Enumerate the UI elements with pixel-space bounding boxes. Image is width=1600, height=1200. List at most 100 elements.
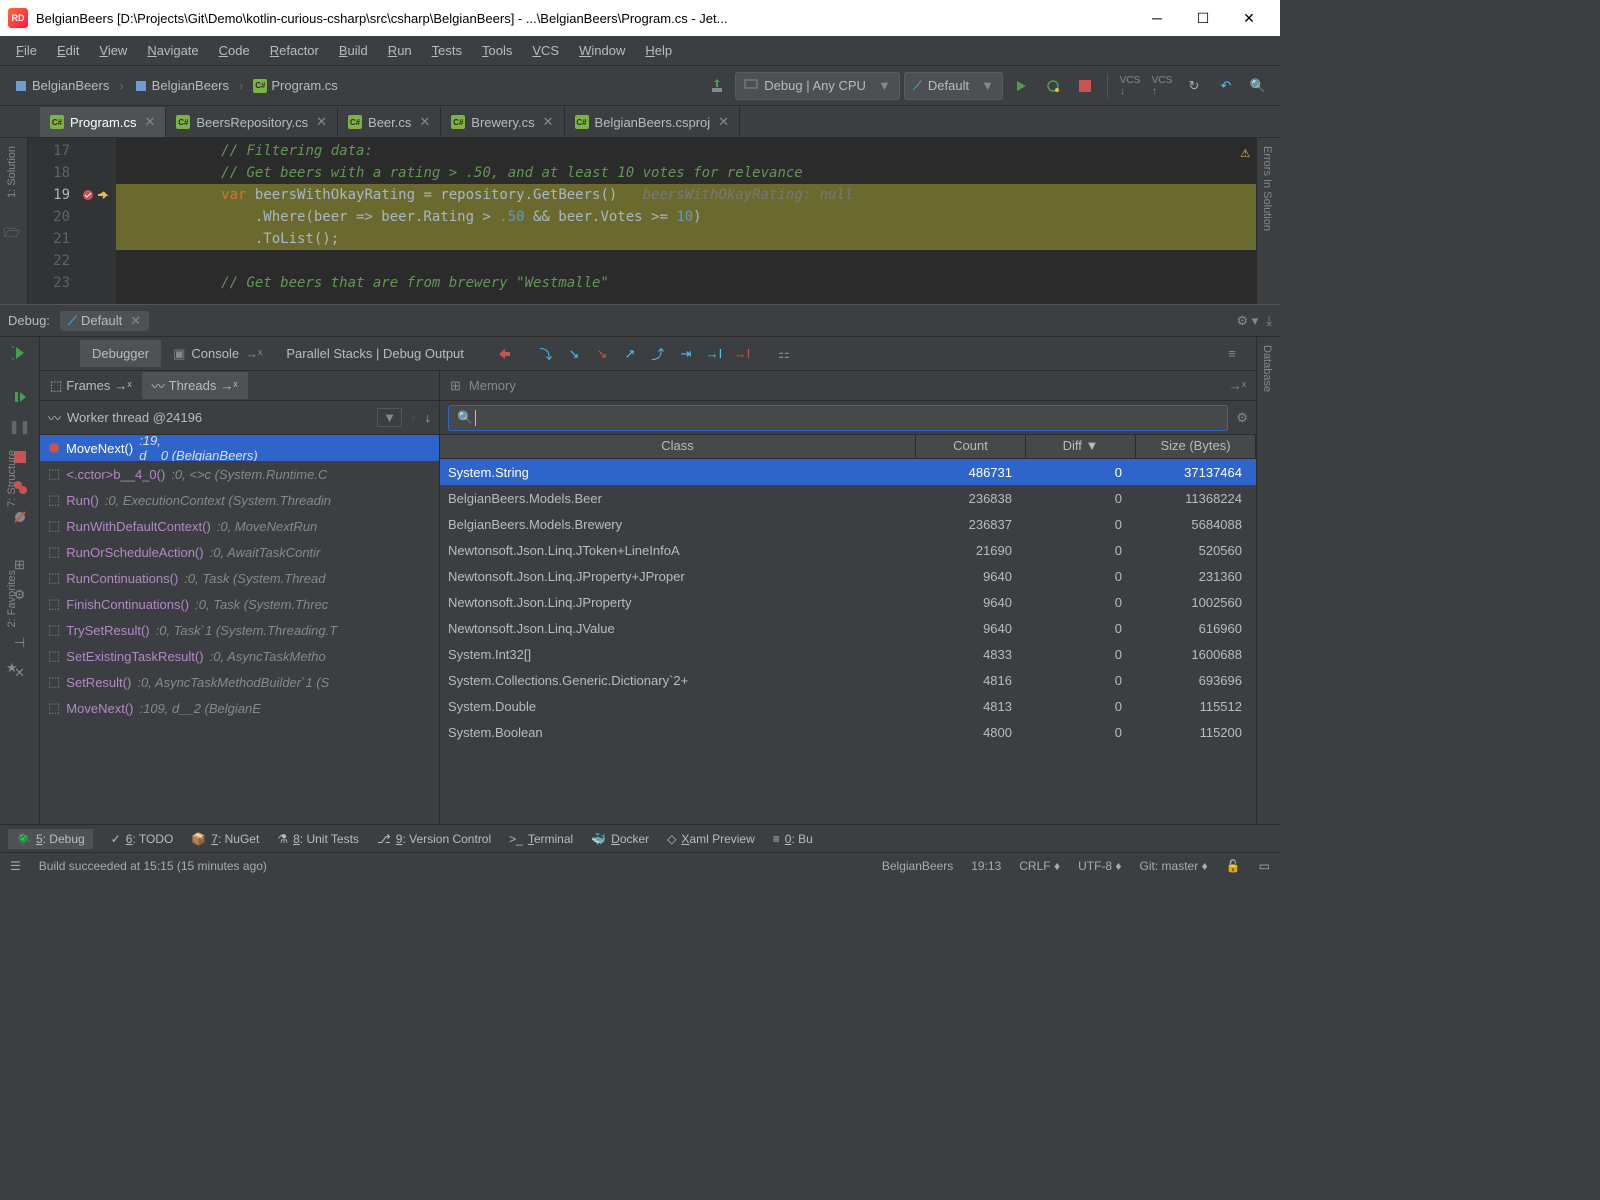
memory-pin-icon[interactable]: →ˣ: [1229, 378, 1246, 393]
stack-frame[interactable]: ⬚ RunWithDefaultContext():0, MoveNextRun: [40, 513, 439, 539]
warning-icon[interactable]: ⚠: [1240, 142, 1250, 161]
download-icon[interactable]: ⤓: [1266, 313, 1272, 329]
menu-tools[interactable]: Tools: [474, 41, 520, 60]
stack-frame[interactable]: ⬚ Run():0, ExecutionContext (System.Thre…: [40, 487, 439, 513]
menu-tests[interactable]: Tests: [424, 41, 470, 60]
threads-tab[interactable]: 〰 Threads →ˣ: [142, 372, 248, 399]
database-tool-button[interactable]: Database: [1261, 345, 1273, 392]
menu-edit[interactable]: Edit: [49, 41, 87, 60]
stack-frame[interactable]: MoveNext():19, d__0 (BelgianBeers): [40, 435, 439, 461]
favorites-tool-button[interactable]: 2: Favorites: [6, 570, 18, 627]
close-icon[interactable]: ✕: [419, 114, 430, 130]
menu-run[interactable]: Run: [380, 41, 420, 60]
memory-row[interactable]: System.Int32[]483301600688: [440, 641, 1256, 667]
tab-belgianbeers-csproj[interactable]: C#BelgianBeers.csproj✕: [565, 107, 741, 137]
console-tab[interactable]: ▣Console→ˣ: [161, 340, 274, 368]
tool-bu[interactable]: ≡0: Bu: [773, 832, 813, 846]
smart-step-icon[interactable]: ⤴: [644, 340, 672, 368]
debug-config[interactable]: ⟋Default✕: [60, 311, 149, 331]
thread-selector[interactable]: 〰 Worker thread @24196: [48, 408, 369, 427]
debugger-tab[interactable]: Debugger: [80, 340, 161, 367]
menu-view[interactable]: View: [91, 41, 135, 60]
menu-icon[interactable]: ≡: [1218, 340, 1246, 368]
solution-icon[interactable]: 🗁: [4, 224, 20, 246]
menu-refactor[interactable]: Refactor: [262, 41, 327, 60]
star-icon[interactable]: ★: [6, 660, 18, 676]
history-icon[interactable]: ↻: [1180, 72, 1208, 100]
stack-frame[interactable]: ⬚ <.cctor>b__4_0():0, <>c (System.Runtim…: [40, 461, 439, 487]
status-notif-icon[interactable]: ▭: [1259, 859, 1270, 873]
memory-row[interactable]: System.String486731037137464: [440, 459, 1256, 485]
tool-nuget[interactable]: 📦7: NuGet: [191, 832, 259, 846]
parallel-stacks-tab[interactable]: Parallel Stacks | Debug Output: [274, 340, 476, 367]
step-into-icon[interactable]: ↘: [560, 340, 588, 368]
menu-navigate[interactable]: Navigate: [139, 41, 206, 60]
tool-todo[interactable]: ✓6: TODO: [111, 832, 174, 846]
memory-row[interactable]: BelgianBeers.Models.Beer236838011368224: [440, 485, 1256, 511]
stack-frame[interactable]: ⬚ SetExistingTaskResult():0, AsyncTaskMe…: [40, 643, 439, 669]
tool-versioncontrol[interactable]: ⎇9: Version Control: [377, 832, 491, 846]
tool-terminal[interactable]: >_Terminal: [509, 832, 573, 846]
resume-icon[interactable]: [10, 387, 30, 407]
run-to-cursor2-icon[interactable]: →I: [700, 340, 728, 368]
minimize-button[interactable]: ─: [1134, 0, 1180, 36]
menu-window[interactable]: Window: [571, 41, 633, 60]
run-config-combo[interactable]: Debug | Any CPU▼: [735, 72, 900, 100]
thread-dropdown-icon[interactable]: ▼: [377, 408, 402, 427]
stack-frame[interactable]: ⬚ RunOrScheduleAction():0, AwaitTaskCont…: [40, 539, 439, 565]
maximize-button[interactable]: ☐: [1180, 0, 1226, 36]
step-over-icon[interactable]: ⤵: [532, 340, 560, 368]
menu-help[interactable]: Help: [637, 41, 680, 60]
close-icon[interactable]: ✕: [543, 114, 554, 130]
structure-tool-button[interactable]: 7: Structure: [6, 450, 18, 507]
stack-frame[interactable]: ⬚ TrySetResult():0, Task`1 (System.Threa…: [40, 617, 439, 643]
build-icon[interactable]: [703, 72, 731, 100]
stack-frame[interactable]: ⬚ MoveNext():109, d__2 (BelgianE: [40, 695, 439, 721]
memory-row[interactable]: Newtonsoft.Json.Linq.JValue96400616960: [440, 615, 1256, 641]
stack-frame[interactable]: ⬚ RunContinuations():0, Task (System.Thr…: [40, 565, 439, 591]
tool-docker[interactable]: 🐳Docker: [591, 832, 649, 846]
launch-config-combo[interactable]: ⟋Default▼: [904, 72, 1003, 100]
menu-build[interactable]: Build: [331, 41, 376, 60]
tab-beersrepository-cs[interactable]: C#BeersRepository.cs✕: [166, 107, 338, 137]
vcs-update-icon[interactable]: VCS↓: [1116, 72, 1144, 100]
stack-frame[interactable]: ⬚ SetResult():0, AsyncTaskMethodBuilder`…: [40, 669, 439, 695]
frames-tab[interactable]: ⬚ Frames →ˣ: [40, 374, 142, 398]
breadcrumb-item[interactable]: C#Program.cs: [247, 76, 343, 95]
breadcrumb-item[interactable]: BelgianBeers: [128, 76, 235, 95]
status-git[interactable]: Git: master ♦: [1140, 859, 1208, 873]
debug-icon[interactable]: [1039, 72, 1067, 100]
revert-icon[interactable]: ↶: [1212, 72, 1240, 100]
memory-row[interactable]: Newtonsoft.Json.Linq.JProperty+JProper96…: [440, 563, 1256, 589]
status-enc[interactable]: UTF-8 ♦: [1078, 859, 1121, 873]
menu-vcs[interactable]: VCS: [524, 41, 567, 60]
editor[interactable]: 17181920212223 // Filtering data: // Get…: [28, 138, 1256, 304]
force-step-into-icon[interactable]: ↘: [588, 340, 616, 368]
prev-frame-icon[interactable]: ↑: [410, 410, 417, 425]
memory-row[interactable]: BelgianBeers.Models.Brewery2368370568408…: [440, 511, 1256, 537]
tool-unittests[interactable]: ⚗8: Unit Tests: [277, 832, 359, 846]
solution-tool-button[interactable]: 1: Solution: [6, 146, 18, 198]
tool-debug[interactable]: 🪲5: Debug: [8, 829, 93, 849]
errors-tool-button[interactable]: Errors In Solution: [1261, 146, 1273, 231]
close-button[interactable]: ✕: [1226, 0, 1272, 36]
memory-row[interactable]: System.Boolean48000115200: [440, 719, 1256, 745]
memory-settings-icon[interactable]: ⚙: [1236, 410, 1248, 426]
settings-icon[interactable]: ⚙ ▾: [1236, 313, 1258, 329]
memory-row[interactable]: Newtonsoft.Json.Linq.JProperty9640010025…: [440, 589, 1256, 615]
menu-code[interactable]: Code: [211, 41, 258, 60]
status-icon[interactable]: ☰: [10, 859, 21, 873]
breadcrumb-item[interactable]: BelgianBeers: [8, 76, 115, 95]
show-exec-icon[interactable]: [490, 340, 518, 368]
evaluate-icon[interactable]: ⚏: [770, 340, 798, 368]
search-everywhere-icon[interactable]: 🔍: [1244, 72, 1272, 100]
tab-program-cs[interactable]: C#Program.cs✕: [40, 107, 166, 137]
memory-row[interactable]: System.Collections.Generic.Dictionary`2+…: [440, 667, 1256, 693]
force-run-icon[interactable]: →I: [728, 340, 756, 368]
menu-file[interactable]: File: [8, 41, 45, 60]
stop-icon[interactable]: [1071, 72, 1099, 100]
tab-brewery-cs[interactable]: C#Brewery.cs✕: [441, 107, 564, 137]
status-lock-icon[interactable]: 🔓: [1226, 859, 1241, 873]
step-out-icon[interactable]: ↗: [616, 340, 644, 368]
memory-row[interactable]: Newtonsoft.Json.Linq.JToken+LineInfoA216…: [440, 537, 1256, 563]
